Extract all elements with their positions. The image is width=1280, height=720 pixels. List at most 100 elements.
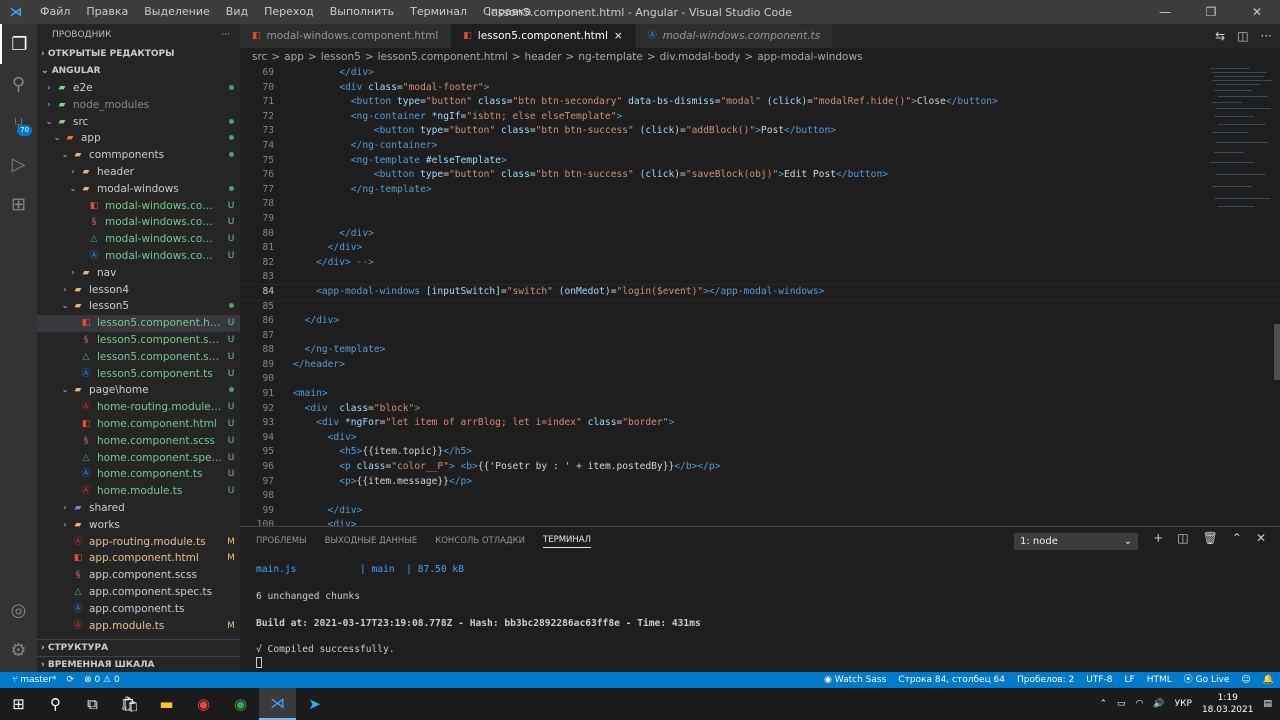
feedback-icon[interactable]: ☺: [1241, 672, 1250, 688]
breadcrumb-item[interactable]: app-modal-windows: [757, 51, 862, 63]
file-item[interactable]: △ home.component.spec.ts U: [37, 450, 240, 467]
code-line[interactable]: 78: [240, 197, 1280, 212]
file-item[interactable]: Ⓐlesson5.component.ts U: [37, 366, 240, 383]
cursor-position[interactable]: Строка 84, столбец 64: [898, 672, 1005, 688]
folder-item[interactable]: ⌄ ▰ commponents: [37, 147, 240, 164]
panel-tab[interactable]: ПРОБЛЕМЫ: [256, 536, 307, 546]
code-line[interactable]: 94 <div>: [240, 431, 1280, 446]
file-item[interactable]: ◧ home.component.html U: [37, 416, 240, 433]
code-line[interactable]: 81 </div>: [240, 241, 1280, 256]
folder-item[interactable]: › ▰ lesson4: [37, 282, 240, 299]
folder-item[interactable]: ⌄ ▰ app: [37, 130, 240, 147]
close-icon[interactable]: ×: [614, 24, 623, 48]
watch-sass[interactable]: ◉ Watch Sass: [824, 672, 886, 688]
terminal-select[interactable]: 1: node ⌄: [1014, 533, 1138, 550]
open-editors-section[interactable]: › ОТКРЫТЫЕ РЕДАКТОРЫ: [37, 46, 240, 63]
file-item[interactable]: △ lesson5.component.spec.ts U: [37, 349, 240, 366]
settings-gear-icon[interactable]: ⚙: [0, 630, 37, 670]
explorer-icon[interactable]: ❐: [0, 24, 37, 64]
folder-item[interactable]: › ▰ node_modules: [37, 97, 240, 114]
source-control-icon[interactable]: ⑂ 70: [0, 104, 37, 144]
extensions-icon[interactable]: ⊞: [0, 184, 37, 224]
menu-item[interactable]: Вид: [218, 0, 256, 24]
folder-item[interactable]: › ▰ works: [37, 517, 240, 534]
code-editor[interactable]: 69 </div> 70 <div class="modal-footer"> 71…: [240, 66, 1280, 526]
search-icon[interactable]: ⚲: [0, 64, 37, 104]
code-line[interactable]: 98: [240, 489, 1280, 504]
editor-tab[interactable]: ◧ modal-windows.component.html: [240, 24, 452, 48]
menu-item[interactable]: Выделение: [136, 0, 218, 24]
file-item[interactable]: ◧ modal-windows.compo... U: [37, 198, 240, 215]
code-line[interactable]: 90: [240, 372, 1280, 387]
timeline-section[interactable]: › ВРЕМЕННАЯ ШКАЛА: [37, 656, 240, 673]
volume-icon[interactable]: 🔊: [1153, 699, 1164, 709]
file-item[interactable]: △ modal-windows.compo... U: [37, 231, 240, 248]
file-item[interactable]: Ⓐapp.component.ts: [37, 601, 240, 618]
panel-tab[interactable]: КОНСОЛЬ ОТЛАДКИ: [435, 536, 525, 546]
vscode-taskbar-icon[interactable]: ⋊: [259, 688, 296, 720]
maximize-icon[interactable]: ❐: [1188, 0, 1234, 24]
menu-item[interactable]: Файл: [32, 0, 78, 24]
run-debug-icon[interactable]: ▷: [0, 144, 37, 184]
breadcrumb-item[interactable]: lesson5.component.html: [378, 51, 508, 63]
editor-tab[interactable]: ◧ lesson5.component.html ×: [451, 24, 636, 48]
folder-item[interactable]: ⌄ ▰ lesson5: [37, 298, 240, 315]
language-mode[interactable]: HTML: [1147, 672, 1172, 688]
code-line[interactable]: 89 </header>: [240, 358, 1280, 373]
file-item[interactable]: Ⓐmodal-windows.compo... U: [37, 248, 240, 265]
panel-tab[interactable]: ВЫХОДНЫЕ ДАННЫЕ: [325, 536, 418, 546]
windows-start-icon[interactable]: ⊞: [0, 688, 37, 720]
code-line[interactable]: 72 <ng-container *ngIf="isbtn; else else…: [240, 110, 1280, 125]
git-branch[interactable]: ⑂ master*: [12, 672, 57, 688]
new-terminal-icon[interactable]: +: [1153, 531, 1163, 545]
file-item[interactable]: Ⓐapp-routing.module.ts M: [37, 534, 240, 551]
code-line[interactable]: 71 <button type="button" class="btn btn-…: [240, 95, 1280, 110]
file-item[interactable]: § lesson5.component.scss U: [37, 332, 240, 349]
code-line[interactable]: 100 <div>: [240, 518, 1280, 526]
clock[interactable]: 1:19 18.03.2021: [1202, 692, 1254, 716]
more-actions-icon[interactable]: ···: [1261, 24, 1272, 48]
breadcrumb-item[interactable]: ng-template: [578, 51, 643, 63]
task-view-icon[interactable]: ⧉: [74, 688, 111, 720]
more-actions-icon[interactable]: ···: [221, 24, 230, 46]
code-line[interactable]: 76 <button type="button" class="btn btn-…: [240, 168, 1280, 183]
store-icon[interactable]: 🛍: [111, 688, 148, 720]
folder-item[interactable]: › ▰ e2e: [37, 80, 240, 97]
code-line[interactable]: 70 <div class="modal-footer">: [240, 81, 1280, 96]
go-live[interactable]: ⦿ Go Live: [1184, 672, 1230, 688]
file-item[interactable]: § home.component.scss U: [37, 433, 240, 450]
code-line[interactable]: 97 <p>{{item.message}}</p>: [240, 475, 1280, 490]
editor-tab[interactable]: Ⓐmodal-windows.component.ts: [635, 24, 834, 48]
folder-item[interactable]: ⌄ ▰ page\home: [37, 382, 240, 399]
terminal-cursor[interactable]: [256, 656, 701, 670]
minimize-icon[interactable]: —: [1142, 0, 1188, 24]
code-line[interactable]: 92 <div class="block">: [240, 402, 1280, 417]
close-icon[interactable]: ✕: [1234, 0, 1280, 24]
folder-item[interactable]: › ▰ nav: [37, 265, 240, 282]
close-panel-icon[interactable]: ✕: [1256, 531, 1266, 545]
file-item[interactable]: Ⓐhome.component.ts U: [37, 466, 240, 483]
file-item[interactable]: Ⓐapp.module.ts M: [37, 618, 240, 635]
code-line[interactable]: 86 </div>: [240, 314, 1280, 329]
file-item[interactable]: § app.component.scss: [37, 567, 240, 584]
breadcrumb-item[interactable]: div.modal-body: [660, 51, 741, 63]
split-terminal-icon[interactable]: ◫: [1177, 531, 1188, 545]
folder-item[interactable]: › ▰ shared: [37, 500, 240, 517]
code-line[interactable]: 93 <div *ngFor="let item of arrBlog; let…: [240, 416, 1280, 431]
code-line[interactable]: 85: [240, 300, 1280, 315]
code-line[interactable]: 99 </div>: [240, 504, 1280, 519]
keyboard-language[interactable]: УКР: [1175, 699, 1192, 709]
open-changes-icon[interactable]: ⇆: [1215, 24, 1225, 48]
kill-terminal-icon[interactable]: 🗑: [1203, 531, 1218, 545]
telegram-icon[interactable]: ➤: [296, 688, 333, 720]
encoding[interactable]: UTF-8: [1086, 672, 1112, 688]
account-icon[interactable]: ◎: [0, 590, 37, 630]
code-line[interactable]: 69 </div>: [240, 66, 1280, 81]
minimap[interactable]: [1190, 66, 1280, 526]
sync-icon[interactable]: ⟳: [67, 672, 75, 688]
indentation[interactable]: Пробелов: 2: [1017, 672, 1074, 688]
folder-item[interactable]: ⌄ ▰ src: [37, 114, 240, 131]
notification-center-icon[interactable]: ▤: [1263, 699, 1272, 709]
menu-item[interactable]: Переход: [256, 0, 322, 24]
breadcrumb-item[interactable]: lesson5: [321, 51, 361, 63]
